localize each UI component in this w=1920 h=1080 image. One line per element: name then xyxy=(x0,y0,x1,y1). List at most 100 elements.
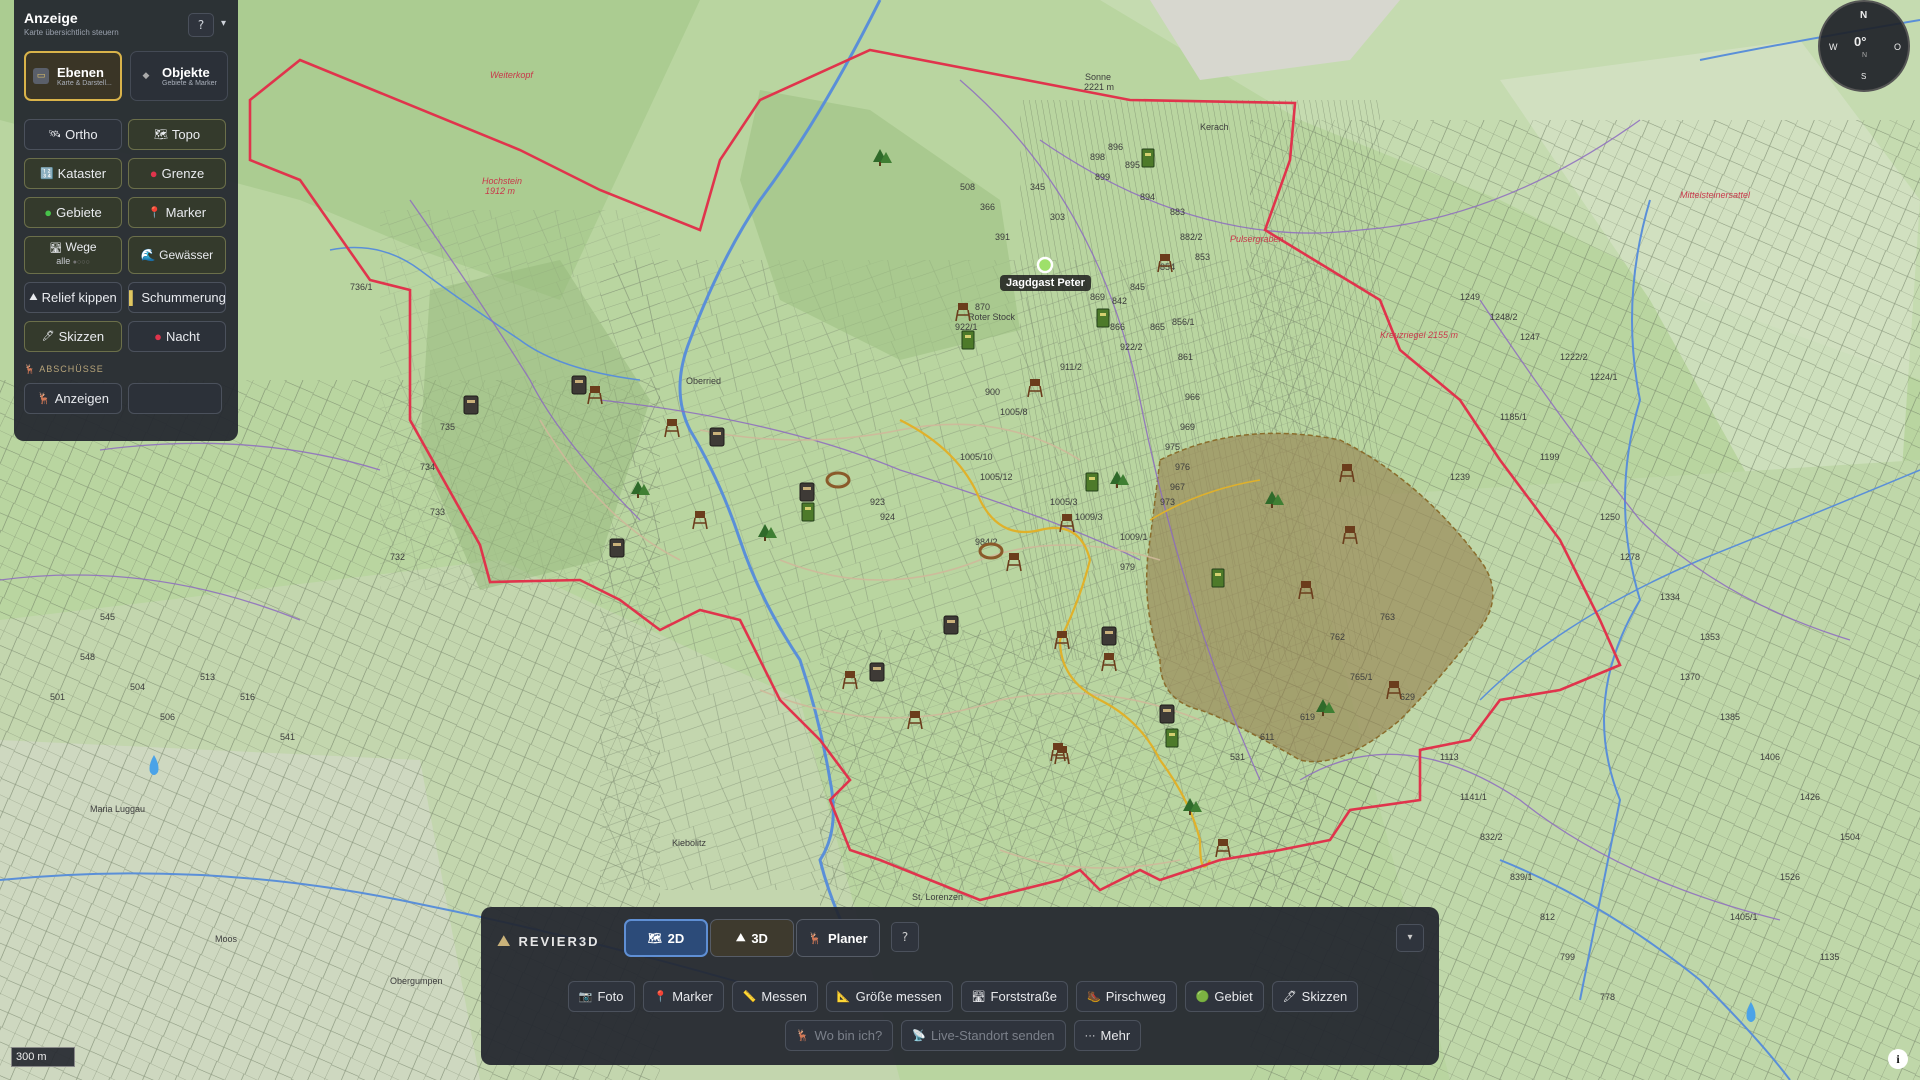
toolbar-help-button[interactable]: ? xyxy=(891,922,919,952)
parcel-number-label: 832/2 xyxy=(1480,832,1503,842)
wege-label: Wege xyxy=(65,240,97,254)
tool-mehr-button[interactable]: ··· Mehr xyxy=(1073,1020,1142,1051)
anzeigen-label: Anzeigen xyxy=(54,391,109,406)
parcel-number-label: 303 xyxy=(1050,212,1065,222)
parcel-number-label: 1278 xyxy=(1620,552,1640,562)
hide-box-icon[interactable] xyxy=(943,615,959,635)
compass-north: N xyxy=(1860,10,1868,21)
scale-bar: 300 m xyxy=(11,1047,75,1067)
svg-text:Kiebolitz: Kiebolitz xyxy=(672,838,707,848)
info-icon[interactable]: i xyxy=(1888,1049,1908,1069)
feeder-icon[interactable] xyxy=(1141,148,1155,168)
tool-marker-button[interactable]: 📍 Marker xyxy=(642,981,724,1012)
hide-box-icon[interactable] xyxy=(1159,704,1175,724)
svg-text:Pulsergraben: Pulsergraben xyxy=(1230,234,1284,244)
marker-button[interactable]: 📍 Marker xyxy=(128,197,226,228)
tool-groesse-messen-button[interactable]: 📐 Größe messen xyxy=(825,981,953,1012)
parcel-number-label: 922/2 xyxy=(1120,342,1143,352)
topo-label: Topo xyxy=(171,127,201,142)
deer-icon: 🦌 xyxy=(808,932,822,945)
tool-live-standort-label: Live-Standort senden xyxy=(930,1028,1055,1043)
tool-groesse-messen-label: Größe messen xyxy=(855,989,942,1004)
relief-button[interactable]: ⛰ Relief kippen xyxy=(24,282,122,313)
svg-text:Sonne: Sonne xyxy=(1085,72,1111,82)
schummerung-button[interactable]: ▌ Schummerung xyxy=(128,282,226,313)
anzeigen-button[interactable]: 🦌 Anzeigen xyxy=(24,383,122,414)
gewaesser-label: Gewässer xyxy=(159,247,214,262)
display-panel: Anzeige Karte übersichtlich steuern ? ▾ … xyxy=(14,0,238,441)
tool-skizzen-button[interactable]: 🖊 Skizzen xyxy=(1271,981,1359,1012)
parcel-number-label: 1406 xyxy=(1760,752,1780,762)
red-dot-icon: ● xyxy=(149,166,158,181)
parcel-number-label: 812 xyxy=(1540,912,1555,922)
compass[interactable]: N S W O 0° N xyxy=(1818,0,1910,92)
feeder-icon[interactable] xyxy=(1096,308,1110,328)
hide-box-icon[interactable] xyxy=(609,538,625,558)
parcel-number-label: 924 xyxy=(880,512,895,522)
hide-box-icon[interactable] xyxy=(869,662,885,682)
mode-2d-button[interactable]: 🗺 2D xyxy=(624,919,708,957)
mode-3d-button[interactable]: ⛰ 3D xyxy=(710,919,794,957)
ortho-button[interactable]: 🛰 Ortho xyxy=(24,119,122,150)
tool-gebiet-icon: 🟢 xyxy=(1195,991,1210,1003)
svg-text:Roter Stock: Roter Stock xyxy=(968,312,1016,322)
tool-messen-button[interactable]: 📏 Messen xyxy=(731,981,818,1012)
topo-button[interactable]: 🗺 Topo xyxy=(128,119,226,150)
tool-gebiet-button[interactable]: 🟢 Gebiet xyxy=(1184,981,1264,1012)
planer-button[interactable]: 🦌 Planer xyxy=(796,919,880,957)
hide-box-icon[interactable] xyxy=(463,395,479,415)
parcel-number-label: 1334 xyxy=(1660,592,1680,602)
chevron-down-icon[interactable]: ▾ xyxy=(1396,924,1424,952)
satellite-icon: 🛰 xyxy=(48,129,62,140)
tool-messen-label: Messen xyxy=(761,989,807,1004)
parcel-number-label: 869 xyxy=(1090,292,1105,302)
parcel-number-label: 1199 xyxy=(1540,452,1559,462)
panel-help-button[interactable]: ? xyxy=(188,13,214,37)
hide-box-icon[interactable] xyxy=(1101,626,1117,646)
tool-foto-button[interactable]: 📷 Foto xyxy=(567,981,635,1012)
hide-box-icon[interactable] xyxy=(571,375,587,395)
planer-label: Planer xyxy=(827,930,868,946)
wege-button[interactable]: 🛣 Wege alle ●○○○ xyxy=(24,236,122,274)
hide-box-icon[interactable] xyxy=(799,482,815,502)
feeder-icon[interactable] xyxy=(801,502,815,522)
chevron-down-icon[interactable]: ▾ xyxy=(221,18,226,29)
tab-objekte-label: Objekte xyxy=(162,65,210,80)
parcel-number-label: 1526 xyxy=(1780,872,1800,882)
parcel-number-label: 1135 xyxy=(1820,952,1839,962)
parcel-number-label: 765/1 xyxy=(1350,672,1373,682)
hide-box-icon[interactable] xyxy=(709,427,725,447)
kataster-button[interactable]: 🔢 Kataster xyxy=(24,158,122,189)
parcel-number-label: 516 xyxy=(240,692,255,702)
grenze-button[interactable]: ● Grenze xyxy=(128,158,226,189)
parcel-number-label: 735 xyxy=(440,422,455,432)
parcel-number-label: 865 xyxy=(1150,322,1165,332)
gebiete-label: Gebiete xyxy=(56,205,102,220)
parcel-number-label: 883 xyxy=(1170,207,1185,217)
feeder-icon[interactable] xyxy=(1085,472,1099,492)
mountain-logo-icon: ⛰ xyxy=(497,931,511,950)
svg-text:Hochstein: Hochstein xyxy=(482,176,522,186)
tool-forststrasse-button[interactable]: 🛣 Forststraße xyxy=(960,981,1069,1012)
parcel-number-label: 1113 xyxy=(1440,752,1459,762)
user-marker-label[interactable]: Jagdgast Peter xyxy=(1000,275,1091,291)
svg-text:Kerach: Kerach xyxy=(1200,122,1229,132)
parcel-number-label: 508 xyxy=(960,182,975,192)
gebiete-button[interactable]: ● Gebiete xyxy=(24,197,122,228)
parcel-number-label: 506 xyxy=(160,712,175,722)
feeder-icon[interactable] xyxy=(1211,568,1225,588)
gewaesser-button[interactable]: 🌊 Gewässer xyxy=(128,236,226,274)
tool-pirschweg-button[interactable]: 🥾 Pirschweg xyxy=(1076,981,1177,1012)
user-location-marker[interactable] xyxy=(1036,256,1054,274)
ortho-label: Ortho xyxy=(65,127,98,142)
feeder-icon[interactable] xyxy=(961,330,975,350)
tab-ebenen[interactable]: ▭ Ebenen Karte & Darstell... xyxy=(24,51,123,101)
tab-objekte[interactable]: ◆ Objekte Gebiete & Marker xyxy=(130,51,228,101)
grenze-label: Grenze xyxy=(161,166,205,181)
parcel-number-label: 1248/2 xyxy=(1490,312,1518,322)
nacht-button[interactable]: ● Nacht xyxy=(128,321,226,352)
parcel-number-label: 1222/2 xyxy=(1560,352,1588,362)
feeder-icon[interactable] xyxy=(1165,728,1179,748)
skizzen-toggle-button[interactable]: 🖊 Skizzen xyxy=(24,321,122,352)
parcel-number-label: 799 xyxy=(1560,952,1575,962)
